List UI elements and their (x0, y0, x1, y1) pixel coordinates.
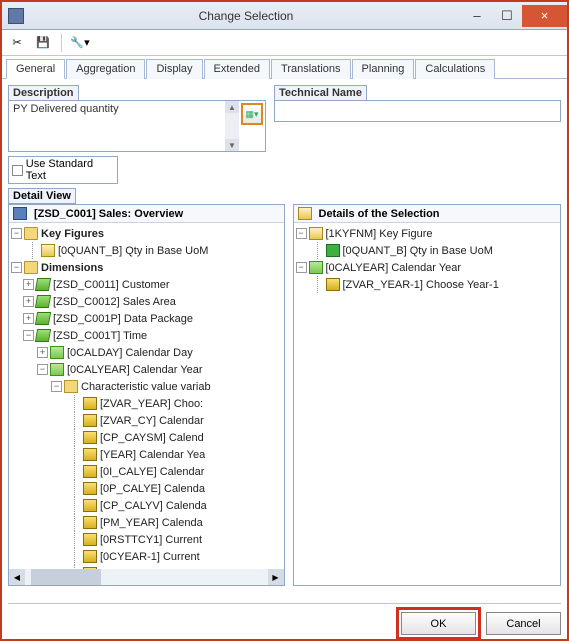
tab-display[interactable]: Display (146, 59, 202, 79)
close-button[interactable]: × (522, 5, 567, 27)
technical-name-input[interactable] (274, 100, 561, 122)
selection-tree-title: Details of the Selection (294, 205, 561, 223)
folder-icon (24, 261, 38, 274)
description-helper-button[interactable]: ▦▾ (241, 103, 263, 125)
expand-icon[interactable]: + (23, 313, 34, 324)
tab-calculations[interactable]: Calculations (415, 59, 495, 79)
keyfigure-icon (41, 244, 55, 257)
dialog-footer: OK Cancel (8, 603, 561, 635)
title-bar: Change Selection – ☐ × (2, 2, 567, 30)
cube-icon (13, 207, 27, 220)
toolbar: ✂ 💾 🔧▾ (2, 30, 567, 56)
use-standard-text-label: Use Standard Text (26, 158, 114, 182)
collapse-icon[interactable]: − (11, 228, 22, 239)
source-tree-panel: [ZSD_C001] Sales: Overview −Key Figures … (8, 204, 285, 586)
tab-strip: General Aggregation Display Extended Tra… (2, 56, 567, 79)
tab-extended[interactable]: Extended (204, 59, 270, 79)
variable-icon (83, 516, 97, 529)
collapse-icon[interactable]: − (37, 364, 48, 375)
dimension-icon (35, 329, 51, 342)
tab-general[interactable]: General (6, 59, 65, 79)
variable-icon (83, 414, 97, 427)
source-tree-title: [ZSD_C001] Sales: Overview (9, 205, 284, 223)
expand-icon[interactable]: + (37, 347, 48, 358)
description-input[interactable]: PY Delivered quantity (9, 101, 225, 151)
collapse-icon[interactable]: − (23, 330, 34, 341)
variable-icon (83, 533, 97, 546)
maximize-button[interactable]: ☐ (492, 5, 522, 27)
variable-icon (83, 482, 97, 495)
collapse-icon[interactable]: − (296, 262, 307, 273)
ok-button[interactable]: OK (401, 612, 476, 635)
window-title: Change Selection (30, 9, 462, 23)
folder-icon (64, 380, 78, 393)
technical-name-label: Technical Name (274, 85, 367, 100)
horizontal-scrollbar[interactable]: ◀▶ (9, 569, 284, 585)
settings-icon[interactable]: 🔧▾ (69, 33, 91, 53)
detail-view-label: Detail View (8, 188, 76, 204)
description-label: Description (8, 85, 79, 100)
selection-icon (298, 207, 312, 220)
tab-translations[interactable]: Translations (271, 59, 351, 79)
use-standard-text-checkbox[interactable]: Use Standard Text (8, 156, 118, 184)
variable-icon (83, 465, 97, 478)
selection-tree-panel: Details of the Selection −[1KYFNM] Key F… (293, 204, 562, 586)
characteristic-icon (309, 261, 323, 274)
dimension-icon (35, 312, 51, 325)
dimension-icon (35, 295, 51, 308)
keyfigure-item-icon (326, 244, 340, 257)
expand-icon[interactable]: + (23, 279, 34, 290)
description-box: PY Delivered quantity ▲▼ ▦▾ (8, 100, 266, 152)
app-icon (8, 8, 24, 24)
tab-planning[interactable]: Planning (352, 59, 415, 79)
folder-icon (24, 227, 38, 240)
characteristic-icon (50, 346, 64, 359)
characteristic-icon (50, 363, 64, 376)
collapse-icon[interactable]: − (296, 228, 307, 239)
collapse-icon[interactable]: − (51, 381, 62, 392)
save-icon[interactable]: 💾 (32, 33, 54, 53)
minimize-button[interactable]: – (462, 5, 492, 27)
dimension-icon (35, 278, 51, 291)
checkbox-icon (12, 165, 23, 176)
variable-icon (83, 431, 97, 444)
keyfigure-icon (309, 227, 323, 240)
cancel-button[interactable]: Cancel (486, 612, 561, 635)
expand-icon[interactable]: + (23, 296, 34, 307)
cut-icon[interactable]: ✂ (6, 33, 28, 53)
variable-icon (83, 397, 97, 410)
selection-tree[interactable]: −[1KYFNM] Key Figure [0QUANT_B] Qty in B… (294, 223, 561, 585)
collapse-icon[interactable]: − (11, 262, 22, 273)
variable-icon (83, 448, 97, 461)
variable-icon (83, 499, 97, 512)
tab-aggregation[interactable]: Aggregation (66, 59, 145, 79)
description-scrollbar[interactable]: ▲▼ (225, 101, 239, 151)
variable-icon (83, 550, 97, 563)
variable-icon (326, 278, 340, 291)
source-tree[interactable]: −Key Figures [0QUANT_B] Qty in Base UoM … (9, 223, 284, 569)
